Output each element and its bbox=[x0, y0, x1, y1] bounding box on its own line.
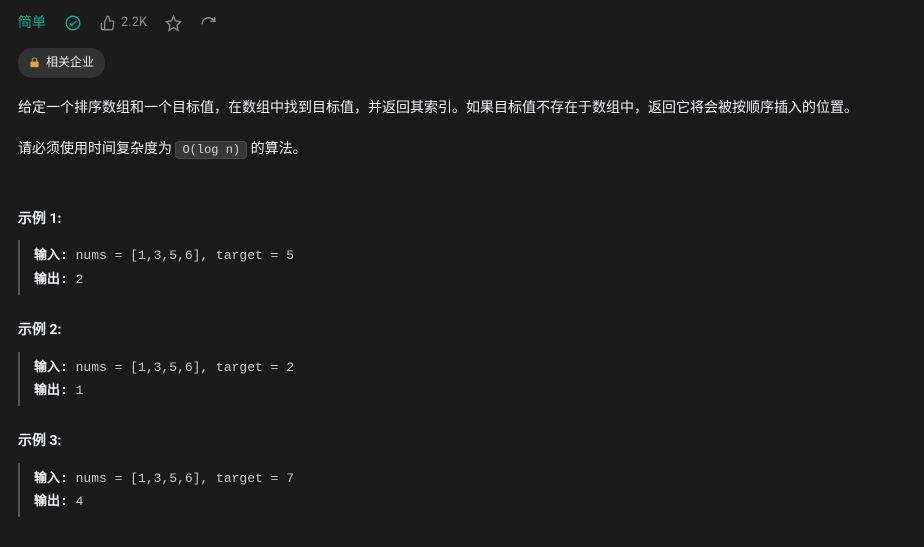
example-block: 输入: nums = [1,3,5,6], target = 5 输出: 2 bbox=[18, 240, 906, 295]
example-output-row: 输出: 1 bbox=[34, 379, 906, 402]
examples-section: 示例 1: 输入: nums = [1,3,5,6], target = 5 输… bbox=[18, 208, 906, 518]
lock-icon bbox=[29, 57, 40, 68]
description-line-1: 给定一个排序数组和一个目标值，在数组中找到目标值，并返回其索引。如果目标值不存在… bbox=[18, 96, 906, 121]
example-input-row: 输入: nums = [1,3,5,6], target = 7 bbox=[34, 467, 906, 490]
problem-header: 简单 2.2K bbox=[18, 12, 906, 34]
difficulty-label: 简单 bbox=[18, 12, 46, 34]
related-companies-tag[interactable]: 相关企业 bbox=[18, 48, 105, 77]
example-title: 示例 1: bbox=[18, 208, 906, 230]
like-count: 2.2K bbox=[121, 13, 147, 34]
tag-label: 相关企业 bbox=[46, 53, 94, 72]
favorite-button[interactable] bbox=[165, 15, 182, 32]
example-input-row: 输入: nums = [1,3,5,6], target = 2 bbox=[34, 356, 906, 379]
example-title: 示例 2: bbox=[18, 319, 906, 341]
solved-check-icon[interactable] bbox=[64, 14, 82, 32]
complexity-code: O(log n) bbox=[175, 141, 247, 159]
example-block: 输入: nums = [1,3,5,6], target = 2 输出: 1 bbox=[18, 352, 906, 407]
example-output-row: 输出: 2 bbox=[34, 268, 906, 291]
problem-description: 给定一个排序数组和一个目标值，在数组中找到目标值，并返回其索引。如果目标值不存在… bbox=[18, 96, 906, 162]
description-line-2: 请必须使用时间复杂度为 O(log n) 的算法。 bbox=[18, 137, 906, 162]
example-title: 示例 3: bbox=[18, 430, 906, 452]
example-input-row: 输入: nums = [1,3,5,6], target = 5 bbox=[34, 244, 906, 267]
example-block: 输入: nums = [1,3,5,6], target = 7 输出: 4 bbox=[18, 463, 906, 518]
like-button[interactable]: 2.2K bbox=[100, 13, 147, 34]
share-button[interactable] bbox=[200, 15, 217, 32]
example-output-row: 输出: 4 bbox=[34, 490, 906, 513]
